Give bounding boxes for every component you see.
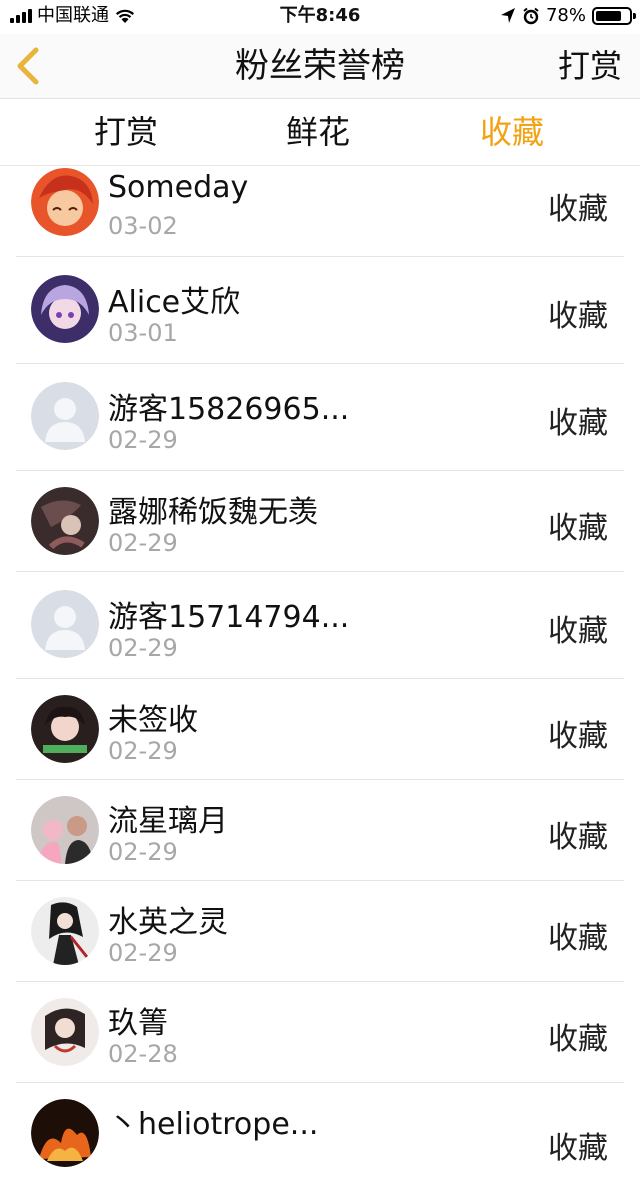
battery-fill (596, 11, 621, 21)
list-item[interactable]: 流星璃月 02-29 收藏 (16, 780, 624, 881)
user-name: 水英之灵 (108, 905, 228, 940)
date-label: 02-29 (108, 529, 178, 557)
date-label: 02-29 (108, 939, 178, 967)
list-item[interactable]: Alice艾欣 03-01 收藏 (16, 257, 624, 364)
action-label: 收藏 (548, 921, 608, 956)
date-label: 02-28 (108, 1040, 178, 1068)
date-label: 03-02 (108, 212, 178, 240)
avatar (31, 897, 99, 965)
avatar (31, 487, 99, 555)
avatar (31, 275, 99, 343)
alarm-icon (523, 7, 539, 25)
date-label: 02-29 (108, 838, 178, 866)
user-name: Alice艾欣 (108, 285, 241, 320)
date-label: 03-01 (108, 319, 178, 347)
list-item[interactable]: 玖箐 02-28 收藏 (16, 982, 624, 1083)
user-name: 游客15714794... (108, 600, 350, 635)
user-name: 玖箐 (108, 1006, 168, 1041)
fan-list: Someday 03-02 收藏 Alice艾欣 03-01 收藏 游客1582… (0, 166, 640, 1189)
list-item[interactable]: 水英之灵 02-29 收藏 (16, 881, 624, 982)
default-avatar-icon (31, 382, 99, 450)
action-label: 收藏 (548, 719, 608, 754)
user-name: Someday (108, 170, 249, 205)
avatar (31, 695, 99, 763)
nav-bar: 粉丝荣誉榜 打赏 (0, 34, 640, 99)
default-avatar-icon (31, 590, 99, 658)
user-name: 露娜稀饭魏无羡 (108, 495, 318, 530)
date-label: 02-29 (108, 737, 178, 765)
date-label: 02-29 (108, 634, 178, 662)
avatar (31, 168, 99, 236)
date-label: 02-29 (108, 426, 178, 454)
action-label: 收藏 (548, 406, 608, 441)
action-label: 收藏 (548, 1131, 608, 1166)
action-label: 收藏 (548, 511, 608, 546)
user-name: 流星璃月 (108, 804, 228, 839)
user-name: 未签收 (108, 703, 198, 738)
status-bar: 中国联通 下午8:46 78% (0, 0, 640, 34)
user-name: 丶heliotrope... (108, 1107, 319, 1142)
action-label: 收藏 (548, 192, 608, 227)
reward-button[interactable]: 打赏 (558, 34, 622, 98)
list-item[interactable]: 游客15826965... 02-29 收藏 (16, 364, 624, 471)
user-name: 游客15826965... (108, 392, 350, 427)
location-arrow-icon (500, 8, 515, 23)
page-title: 粉丝荣誉榜 (235, 46, 405, 86)
list-item[interactable]: 游客15714794... 02-29 收藏 (16, 572, 624, 679)
avatar (31, 998, 99, 1066)
status-right: 78% (500, 5, 636, 27)
list-item[interactable]: 丶heliotrope... 收藏 (16, 1083, 624, 1189)
list-item[interactable]: Someday 03-02 收藏 (16, 150, 624, 257)
battery-percent: 78% (545, 5, 586, 26)
list-item[interactable]: 露娜稀饭魏无羡 02-29 收藏 (16, 471, 624, 572)
action-label: 收藏 (548, 614, 608, 649)
action-label: 收藏 (548, 1022, 608, 1057)
action-label: 收藏 (548, 299, 608, 334)
list-item[interactable]: 未签收 02-29 收藏 (16, 679, 624, 780)
battery-icon (592, 7, 636, 25)
avatar (31, 796, 99, 864)
avatar (31, 1099, 99, 1167)
action-label: 收藏 (548, 820, 608, 855)
